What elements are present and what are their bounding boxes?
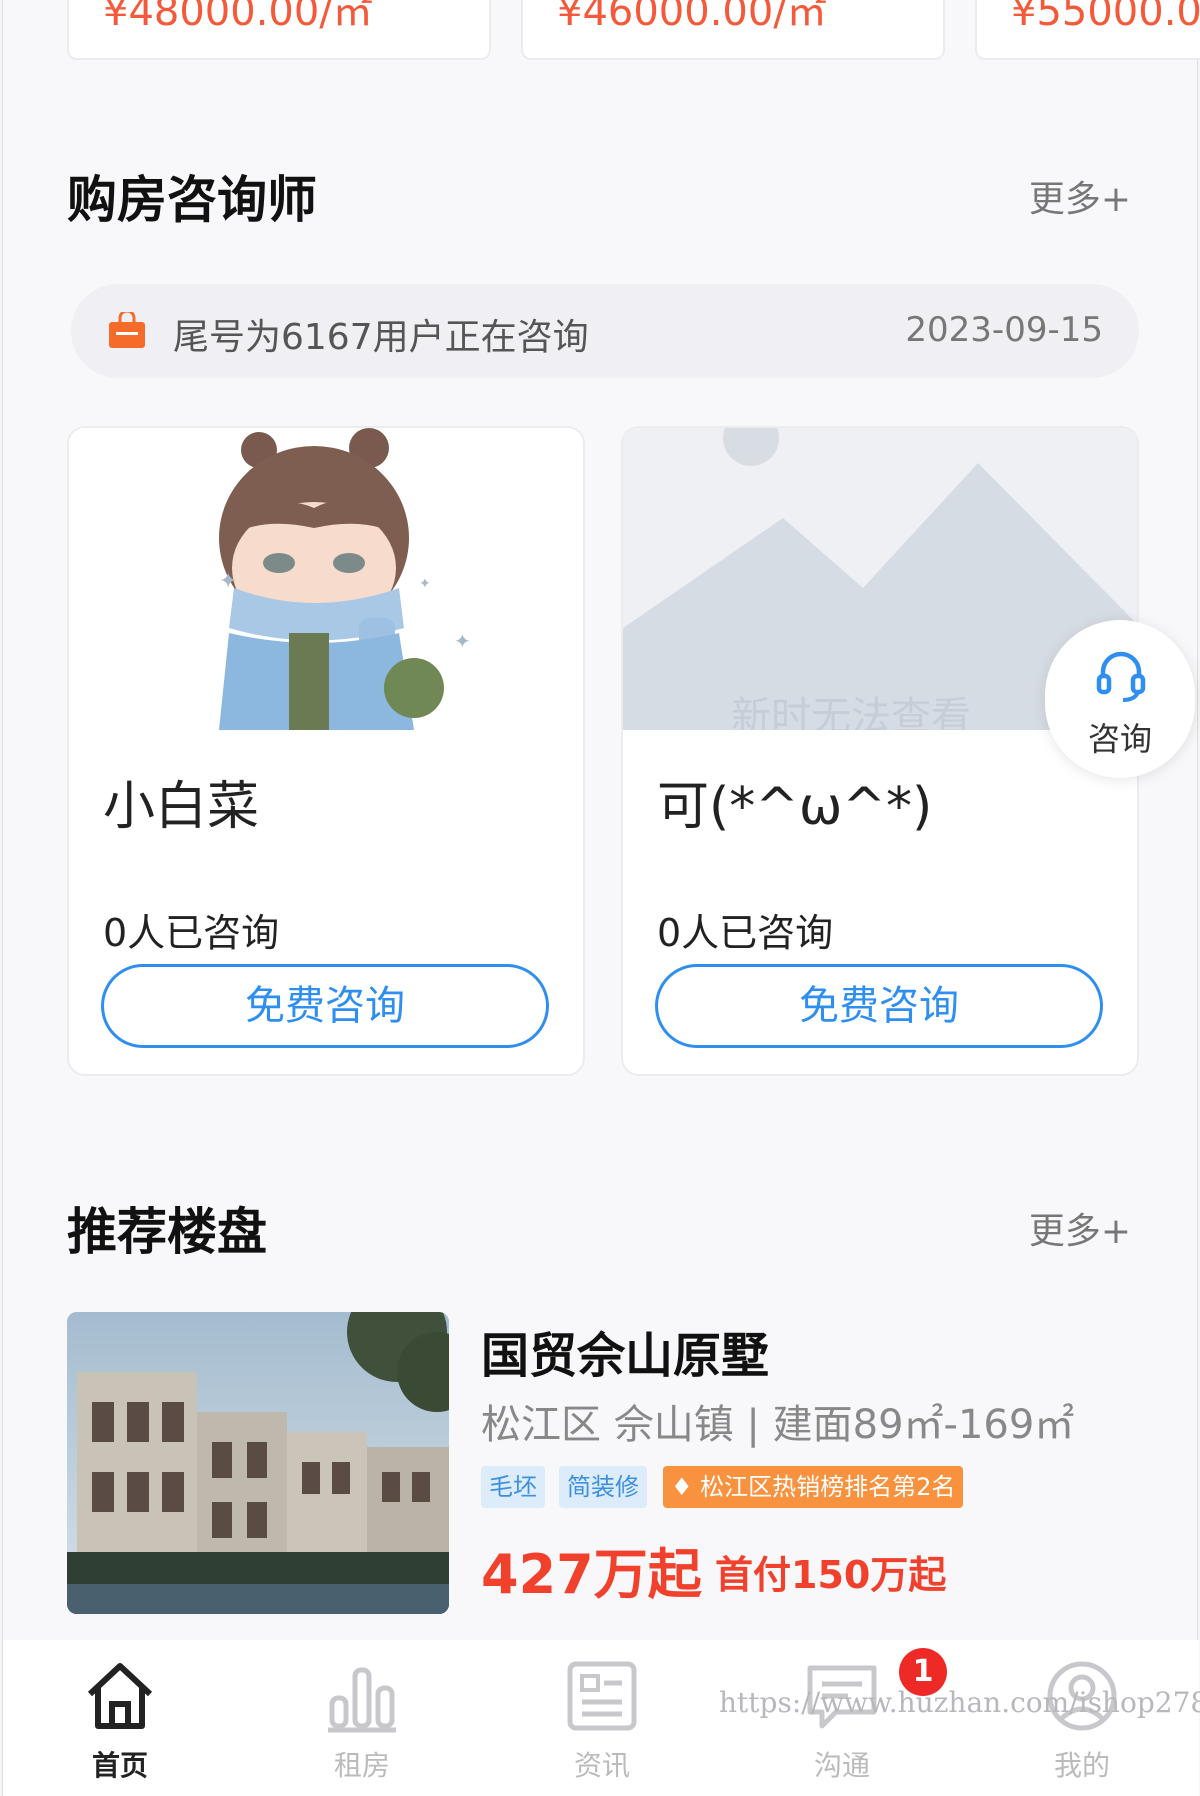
svg-text:✦: ✦	[454, 629, 471, 653]
property-location: 松江区 佘山镇 | 建面89㎡-169㎡	[481, 1402, 1075, 1448]
property-section-title: 推荐楼盘	[67, 1203, 267, 1261]
free-consult-button[interactable]: 免费咨询	[655, 964, 1103, 1048]
news-icon	[567, 1661, 637, 1731]
notice-text: 尾号为6167用户正在咨询	[173, 317, 589, 358]
svg-text:新时无法查看: 新时无法查看	[731, 694, 971, 730]
property-price: 427万起	[481, 1543, 702, 1606]
property-more-link[interactable]: 更多+	[1029, 1202, 1131, 1254]
property-photo[interactable]	[67, 1312, 449, 1614]
property-down-payment: 首付150万起	[715, 1553, 947, 1597]
float-consult-button[interactable]: 咨询	[1045, 620, 1195, 778]
tab-label: 首页	[91, 1749, 148, 1782]
price-value: ¥48000.00/㎡	[103, 0, 373, 35]
float-consult-label: 咨询	[1087, 720, 1152, 758]
tab-label: 我的	[1053, 1749, 1110, 1782]
consultant-name: 可(*^ω^*)	[657, 777, 933, 837]
rank-tag: ♦ 松江区热销榜排名第2名	[663, 1466, 964, 1508]
price-card[interactable]: ¥55000.00/	[975, 0, 1200, 60]
property-name[interactable]: 国贸佘山原墅	[481, 1316, 769, 1386]
consultant-card[interactable]: ✦ ✦ ✦ 小白菜 0人已咨询 免费咨询	[67, 426, 585, 1076]
tab-news[interactable]: 资讯	[527, 1640, 677, 1796]
consultant-count: 0人已咨询	[103, 911, 280, 955]
tab-rent[interactable]: 租房	[287, 1640, 437, 1796]
price-card[interactable]: ¥48000.00/㎡	[67, 0, 491, 60]
svg-text:✦: ✦	[419, 576, 431, 592]
property-tag: 简装修	[559, 1466, 647, 1508]
bag-icon	[109, 312, 145, 348]
consultant-count: 0人已咨询	[657, 911, 834, 955]
price-value: ¥46000.00/㎡	[557, 0, 827, 35]
app-screen: ¥48000.00/㎡ ¥46000.00/㎡ ¥55000.00/ 购房咨询师…	[2, 0, 1200, 1796]
diamond-icon: ♦	[671, 1473, 701, 1501]
consult-notice-bar: 尾号为6167用户正在咨询 2023-09-15	[71, 284, 1139, 378]
property-tag: 毛坯	[481, 1466, 545, 1508]
rank-tag-text: 松江区热销榜排名第2名	[700, 1473, 956, 1501]
consultant-more-link[interactable]: 更多+	[1029, 170, 1131, 222]
consultant-name: 小白菜	[103, 777, 260, 837]
tab-label: 沟通	[813, 1749, 870, 1782]
bar-chart-icon	[328, 1667, 396, 1733]
consultant-section-title: 购房咨询师	[67, 171, 317, 229]
free-consult-button[interactable]: 免费咨询	[101, 964, 549, 1048]
tab-home[interactable]: 首页	[45, 1640, 195, 1796]
tab-label: 资讯	[573, 1749, 630, 1782]
headset-icon	[1096, 651, 1146, 702]
watermark: https://www.huzhan.com/ishop27890	[719, 1686, 1200, 1719]
tab-label: 租房	[333, 1749, 390, 1782]
price-value: ¥55000.00/	[1011, 0, 1200, 35]
home-icon	[87, 1663, 153, 1729]
svg-text:✦: ✦	[219, 569, 237, 594]
price-card[interactable]: ¥46000.00/㎡	[521, 0, 945, 60]
consultant-avatar: ✦ ✦ ✦	[69, 428, 583, 730]
notice-date: 2023-09-15	[905, 310, 1103, 350]
